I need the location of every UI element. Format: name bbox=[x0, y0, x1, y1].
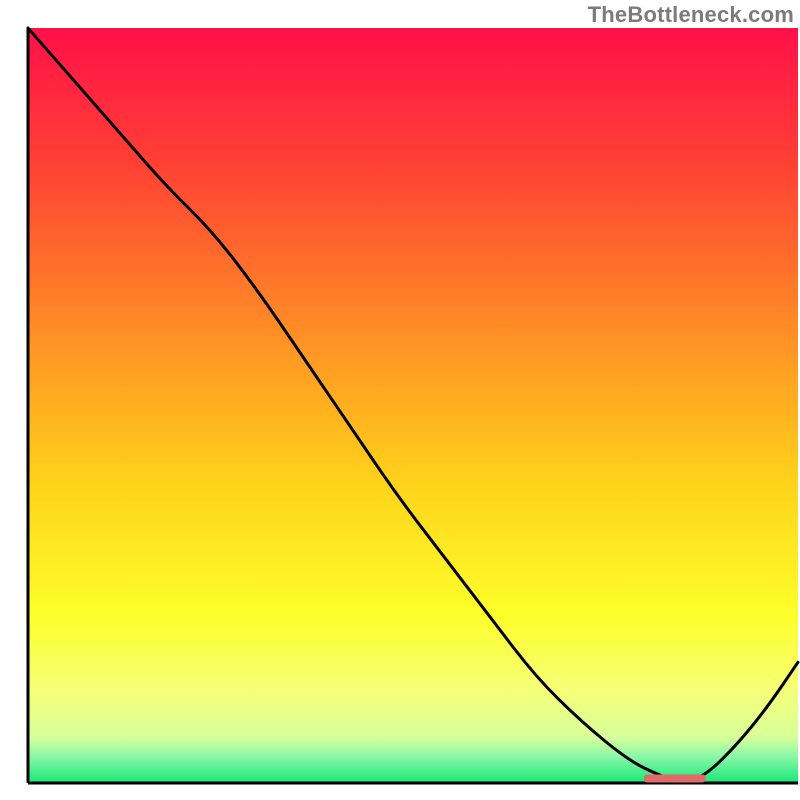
chart-frame: TheBottleneck.com bbox=[0, 0, 800, 800]
plot-background bbox=[28, 28, 798, 783]
watermark-label: TheBottleneck.com bbox=[588, 2, 794, 28]
bottleneck-chart bbox=[0, 0, 800, 800]
optimal-range-marker bbox=[644, 774, 706, 782]
